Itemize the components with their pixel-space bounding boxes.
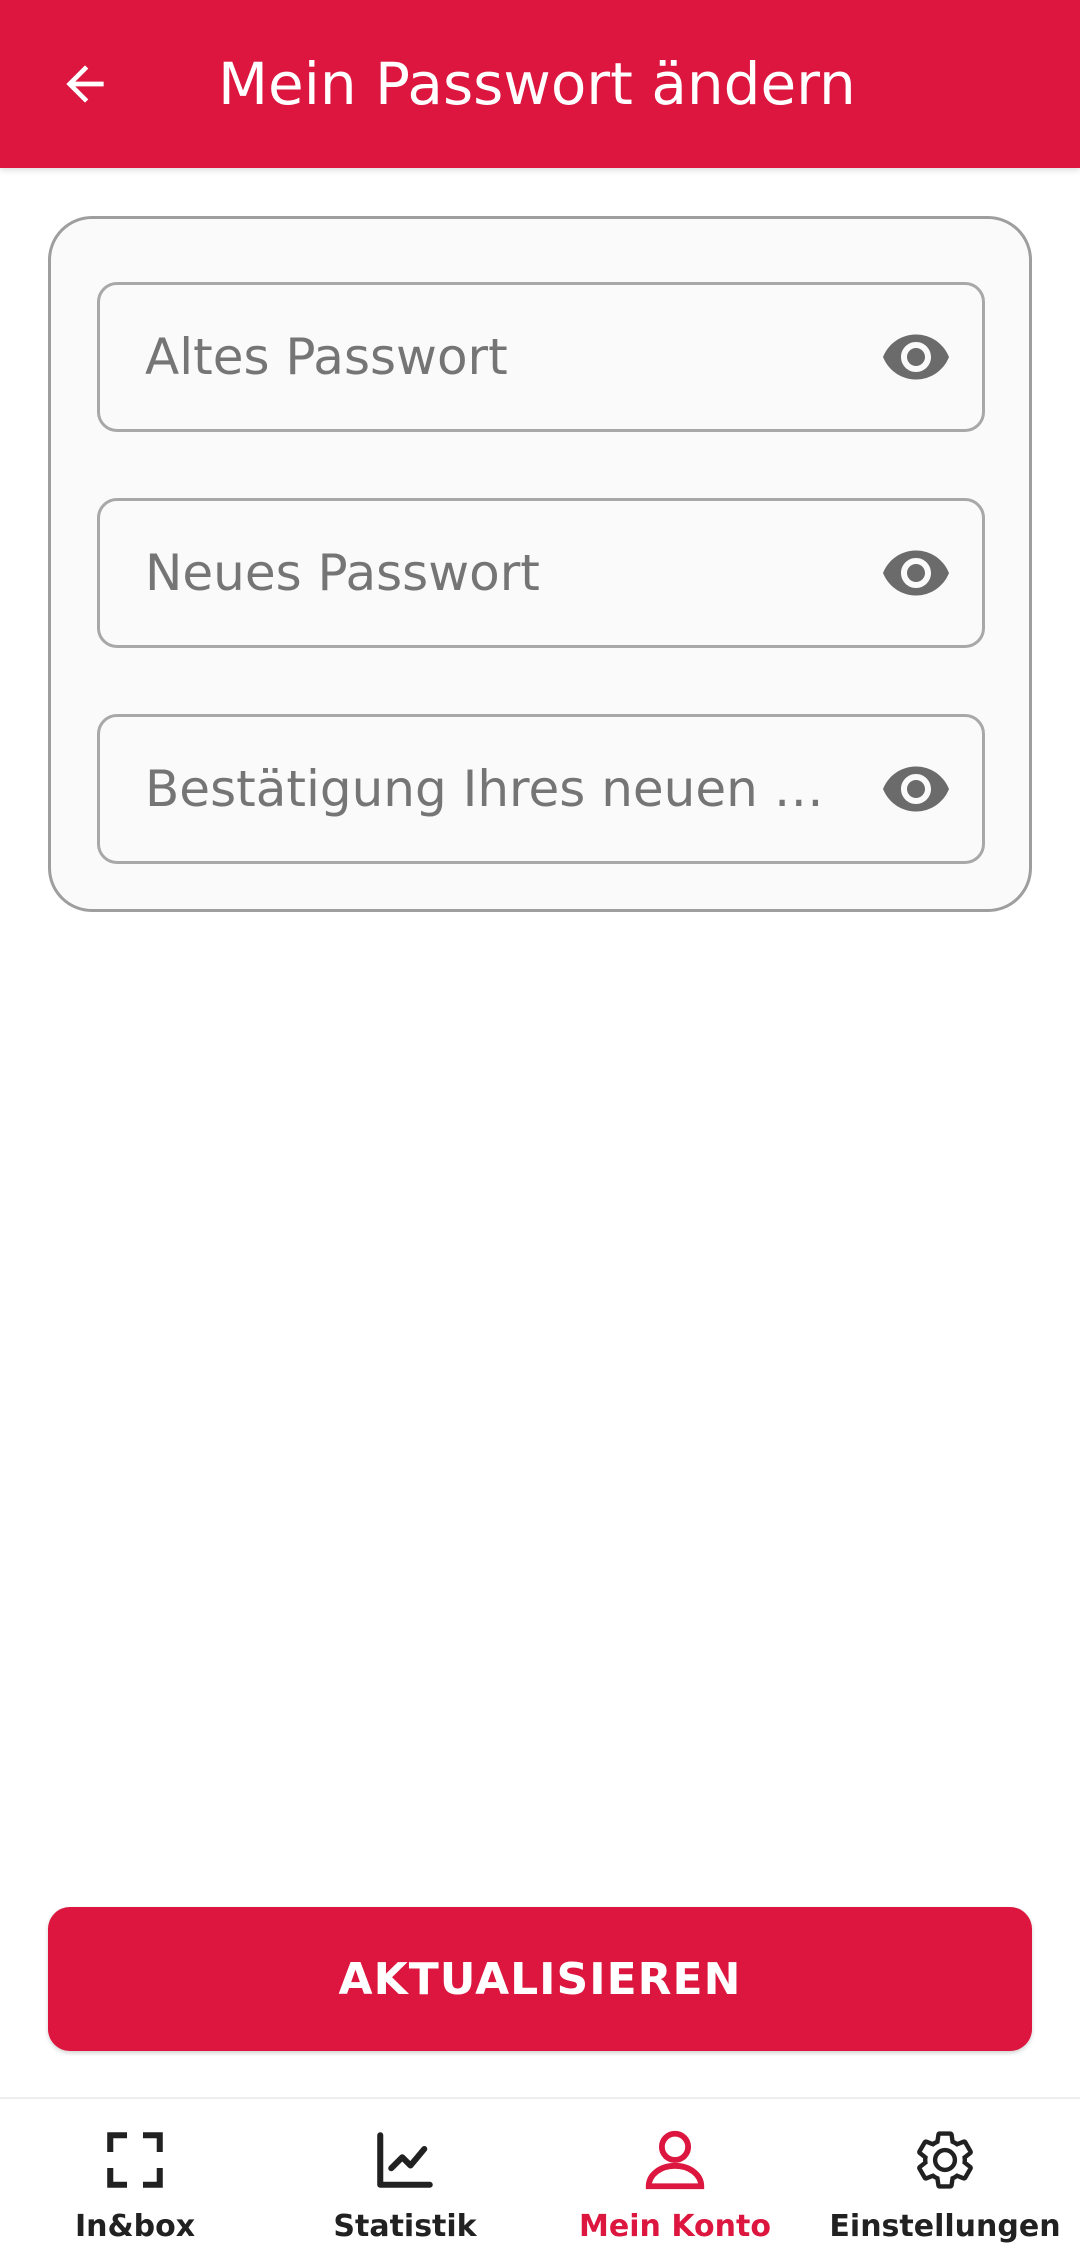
nav-label-inbox: In&box: [74, 2209, 196, 2244]
nav-label-statistik: Statistik: [333, 2209, 477, 2244]
toggle-new-password-visibility-button[interactable]: [880, 541, 952, 605]
eye-icon: [883, 550, 949, 596]
line-chart-icon: [370, 2125, 440, 2195]
arrow-left-icon: [66, 65, 104, 103]
confirm-password-input[interactable]: [145, 717, 845, 861]
nav-item-mein-konto[interactable]: Mein Konto: [540, 2099, 810, 2267]
user-icon: [640, 2125, 710, 2195]
gear-icon: [910, 2125, 980, 2195]
nav-item-einstellungen[interactable]: Einstellungen: [810, 2099, 1080, 2267]
app-root: Mein Passwort ändern AKTUALISIEREN In&bo…: [0, 0, 1080, 2267]
new-password-input[interactable]: [145, 501, 845, 645]
password-form-card: [48, 216, 1032, 912]
nav-item-inbox[interactable]: In&box: [0, 2099, 270, 2267]
eye-icon: [883, 766, 949, 812]
nav-label-einstellungen: Einstellungen: [829, 2209, 1061, 2244]
new-password-field: [97, 498, 985, 648]
page-title: Mein Passwort ändern: [218, 50, 856, 118]
toggle-confirm-password-visibility-button[interactable]: [880, 757, 952, 821]
app-header: Mein Passwort ändern: [0, 0, 1080, 168]
confirm-password-field: [97, 714, 985, 864]
back-button[interactable]: [40, 44, 130, 124]
nav-item-statistik[interactable]: Statistik: [270, 2099, 540, 2267]
bottom-navigation: In&box Statistik Mein Konto Einstellunge…: [0, 2097, 1080, 2267]
old-password-input[interactable]: [145, 285, 845, 429]
nav-label-mein-konto: Mein Konto: [579, 2209, 771, 2244]
old-password-field: [97, 282, 985, 432]
toggle-old-password-visibility-button[interactable]: [880, 325, 952, 389]
eye-icon: [883, 334, 949, 380]
scan-frame-icon: [100, 2125, 170, 2195]
update-button[interactable]: AKTUALISIEREN: [48, 1907, 1032, 2051]
